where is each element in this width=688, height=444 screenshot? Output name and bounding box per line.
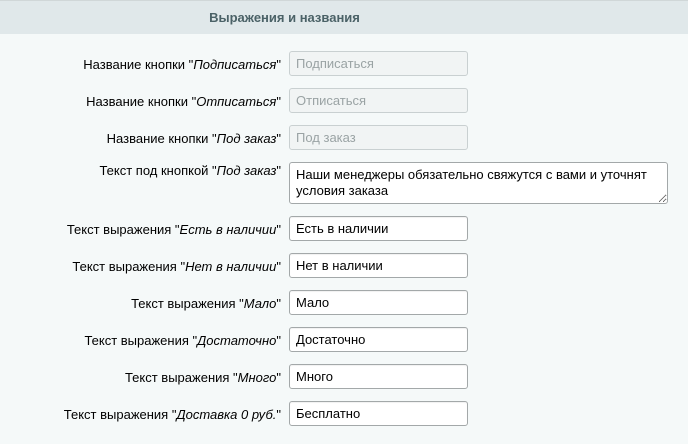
section-title: Выражения и названия xyxy=(209,10,360,25)
field-label: Текст выражения "Есть в наличии" xyxy=(66,222,281,237)
many-text-input[interactable] xyxy=(289,364,468,389)
form-row-unsubscribe-button: Название кнопки "Отписаться" xyxy=(0,88,688,114)
subscribe-button-name-input[interactable] xyxy=(289,51,468,76)
form-row-enough: Текст выражения "Достаточно" xyxy=(0,327,688,353)
form-row-out-of-stock: Текст выражения "Нет в наличии" xyxy=(0,253,688,279)
field-label: Текст выражения "Мало" xyxy=(131,296,281,311)
preorder-note-textarea[interactable]: Наши менеджеры обязательно свяжутся с ва… xyxy=(289,162,668,204)
field-label: Название кнопки "Под заказ" xyxy=(106,131,281,146)
form-row-many: Текст выражения "Много" xyxy=(0,364,688,390)
field-label: Текст выражения "Нет в наличии" xyxy=(72,259,281,274)
form-row-in-stock: Текст выражения "Есть в наличии" xyxy=(0,216,688,242)
form-row-free-delivery: Текст выражения "Доставка 0 руб." xyxy=(0,401,688,427)
field-label: Текст выражения "Доставка 0 руб." xyxy=(63,407,281,422)
form-row-subscribe-button: Название кнопки "Подписаться" xyxy=(0,51,688,77)
field-label: Название кнопки "Подписаться" xyxy=(83,57,281,72)
free-delivery-text-input[interactable] xyxy=(289,401,468,426)
field-label: Текст выражения "Достаточно" xyxy=(84,333,281,348)
few-text-input[interactable] xyxy=(289,290,468,315)
field-label: Текст выражения "Много" xyxy=(124,370,281,385)
in-stock-text-input[interactable] xyxy=(289,216,468,241)
preorder-button-name-input[interactable] xyxy=(289,125,468,150)
field-label: Название кнопки "Отписаться" xyxy=(86,94,281,109)
field-label: Текст под кнопкой "Под заказ" xyxy=(99,163,281,178)
section-header: Выражения и названия xyxy=(0,0,688,34)
form-row-preorder-note: Текст под кнопкой "Под заказ" Наши менед… xyxy=(0,162,688,204)
form-row-few: Текст выражения "Мало" xyxy=(0,290,688,316)
form-row-preorder-button: Название кнопки "Под заказ" xyxy=(0,125,688,151)
unsubscribe-button-name-input[interactable] xyxy=(289,88,468,113)
enough-text-input[interactable] xyxy=(289,327,468,352)
out-of-stock-text-input[interactable] xyxy=(289,253,468,278)
